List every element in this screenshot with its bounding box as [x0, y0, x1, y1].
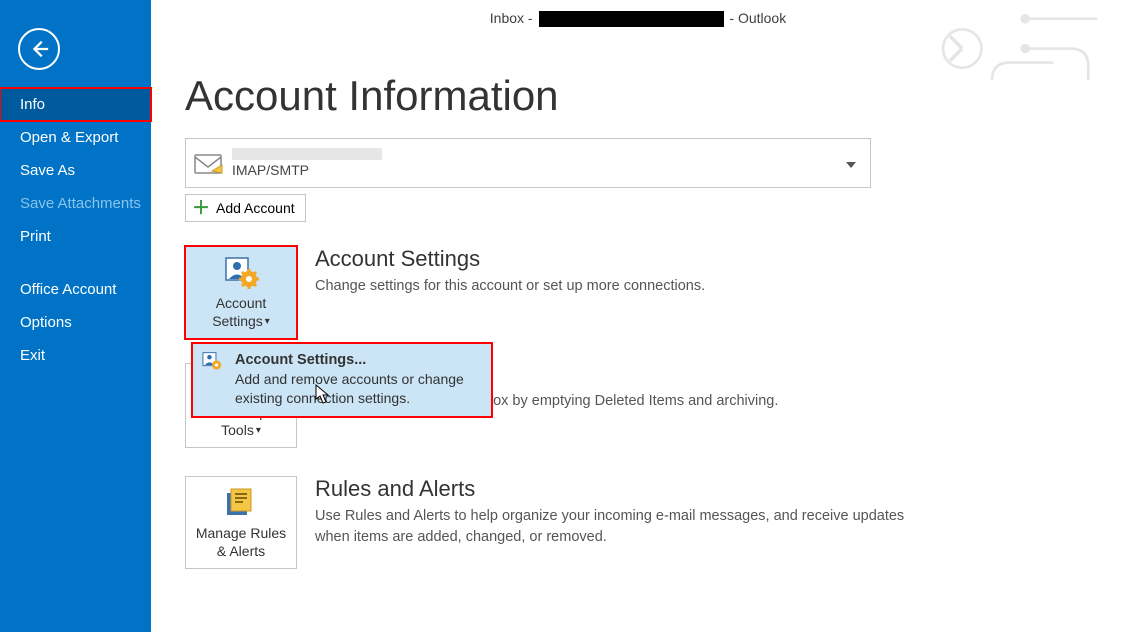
sidebar-item-open-export[interactable]: Open & Export	[0, 121, 151, 154]
sidebar-item-label: Open & Export	[20, 129, 118, 146]
section-title: Account Settings	[315, 246, 705, 272]
sidebar-item-exit[interactable]: Exit	[0, 339, 151, 372]
section-desc: Use Rules and Alerts to help organize yo…	[315, 506, 915, 548]
backstage-sidebar: Info Open & Export Save As Save Attachme…	[0, 0, 151, 632]
button-label: Manage Rules& Alerts	[196, 525, 286, 560]
section-desc: Change settings for this account or set …	[315, 276, 705, 297]
sidebar-item-label: Info	[20, 96, 45, 113]
chevron-down-icon	[846, 155, 856, 171]
sidebar-item-print[interactable]: Print	[0, 220, 151, 253]
section-rules-alerts: Manage Rules& Alerts Rules and Alerts Us…	[185, 476, 1091, 569]
sidebar-item-label: Options	[20, 314, 72, 331]
sidebar-item-info[interactable]: Info	[0, 88, 151, 121]
account-settings-menu-item[interactable]: Account Settings... Add and remove accou…	[192, 343, 492, 417]
sidebar-item-options[interactable]: Options	[0, 306, 151, 339]
button-label: AccountSettings▾	[212, 295, 270, 330]
section-account-settings: AccountSettings▾ Account Settings Change…	[185, 246, 1091, 339]
plus-icon: ＋	[192, 199, 210, 217]
account-email-redacted	[232, 148, 382, 160]
menu-item-desc: Add and remove accounts or change existi…	[235, 370, 481, 408]
title-prefix: Inbox -	[490, 10, 537, 26]
sidebar-item-label: Save Attachments	[20, 195, 141, 212]
account-settings-button[interactable]: AccountSettings▾	[185, 246, 297, 339]
sidebar-item-office-account[interactable]: Office Account	[0, 273, 151, 306]
sidebar-item-label: Print	[20, 228, 51, 245]
account-type: IMAP/SMTP	[232, 162, 382, 178]
title-email-redacted	[539, 11, 724, 27]
menu-item-title: Account Settings...	[235, 352, 481, 368]
arrow-left-icon	[28, 38, 50, 60]
sidebar-item-label: Office Account	[20, 281, 116, 298]
main-content: Inbox - - Outlook Account Information	[151, 0, 1125, 632]
manage-rules-button[interactable]: Manage Rules& Alerts	[185, 476, 297, 569]
add-account-button[interactable]: ＋ Add Account	[185, 194, 306, 222]
account-settings-icon	[221, 257, 261, 289]
sidebar-item-label: Save As	[20, 162, 75, 179]
page-title: Account Information	[185, 72, 1091, 120]
envelope-icon	[192, 147, 224, 179]
section-title: Rules and Alerts	[315, 476, 915, 502]
title-suffix: - Outlook	[726, 10, 787, 26]
sidebar-item-save-as[interactable]: Save As	[0, 154, 151, 187]
window-title: Inbox - - Outlook	[151, 10, 1125, 27]
back-button[interactable]	[18, 28, 60, 70]
sidebar-item-label: Exit	[20, 347, 45, 364]
account-settings-menu-icon	[201, 352, 227, 378]
account-selector[interactable]: IMAP/SMTP	[185, 138, 871, 188]
rules-icon	[221, 487, 261, 519]
sidebar-item-save-attachments: Save Attachments	[0, 187, 151, 220]
add-account-label: Add Account	[216, 200, 295, 216]
